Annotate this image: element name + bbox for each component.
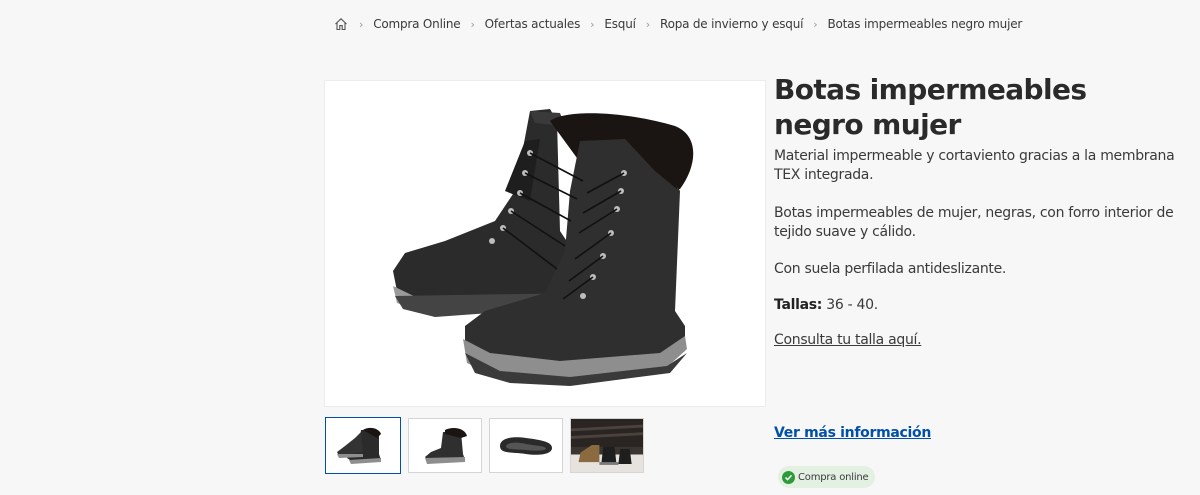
breadcrumb-separator: › bbox=[470, 17, 475, 31]
lifestyle-thumbnail bbox=[571, 419, 643, 472]
product-description-membrane: Material impermeable y cortaviento graci… bbox=[774, 148, 1175, 183]
boot-sole-thumbnail bbox=[500, 436, 552, 455]
product-description-lining: Botas impermeables de mujer, negras, con… bbox=[774, 205, 1174, 240]
breadcrumb: › Compra Online › Ofertas actuales › Esq… bbox=[333, 16, 1022, 32]
thumbnail-strip bbox=[325, 417, 644, 474]
product-title: Botas impermeables negro mujer bbox=[774, 73, 1087, 141]
boots-image bbox=[393, 109, 694, 386]
thumbnail-boot-sole[interactable] bbox=[489, 418, 563, 473]
thumbnail-boot-side[interactable] bbox=[408, 418, 482, 473]
breadcrumb-current: Botas impermeables negro mujer bbox=[827, 17, 1023, 31]
boot-side-thumbnail bbox=[425, 427, 467, 464]
sizes-value: 36 - 40. bbox=[822, 297, 878, 313]
product-main-image[interactable] bbox=[325, 81, 765, 406]
badge-label: Compra online bbox=[798, 471, 869, 483]
breadcrumb-separator: › bbox=[813, 17, 818, 31]
breadcrumb-item-compra-online[interactable]: Compra Online bbox=[373, 17, 460, 31]
boots-pair-thumbnail bbox=[337, 427, 381, 464]
online-purchase-badge: Compra online bbox=[778, 466, 875, 488]
thumbnail-lifestyle[interactable] bbox=[570, 418, 644, 473]
product-sizes: Tallas: 36 - 40. bbox=[774, 296, 1194, 315]
more-info-link[interactable]: Ver más información bbox=[774, 425, 931, 441]
check-circle-icon bbox=[782, 470, 795, 484]
home-icon[interactable] bbox=[333, 16, 349, 32]
breadcrumb-item-ropa-invierno[interactable]: Ropa de invierno y esquí bbox=[660, 17, 803, 31]
breadcrumb-separator: › bbox=[359, 17, 364, 31]
size-guide-link[interactable]: Consulta tu talla aquí. bbox=[774, 332, 922, 348]
breadcrumb-separator: › bbox=[590, 17, 595, 31]
sizes-label: Tallas: bbox=[774, 297, 823, 313]
breadcrumb-item-ofertas-actuales[interactable]: Ofertas actuales bbox=[485, 17, 581, 31]
product-description-sole: Con suela perfilada antideslizante. bbox=[774, 261, 1007, 277]
breadcrumb-item-esqui[interactable]: Esquí bbox=[604, 17, 636, 31]
breadcrumb-separator: › bbox=[645, 17, 650, 31]
thumbnail-boots-pair[interactable] bbox=[325, 417, 401, 474]
